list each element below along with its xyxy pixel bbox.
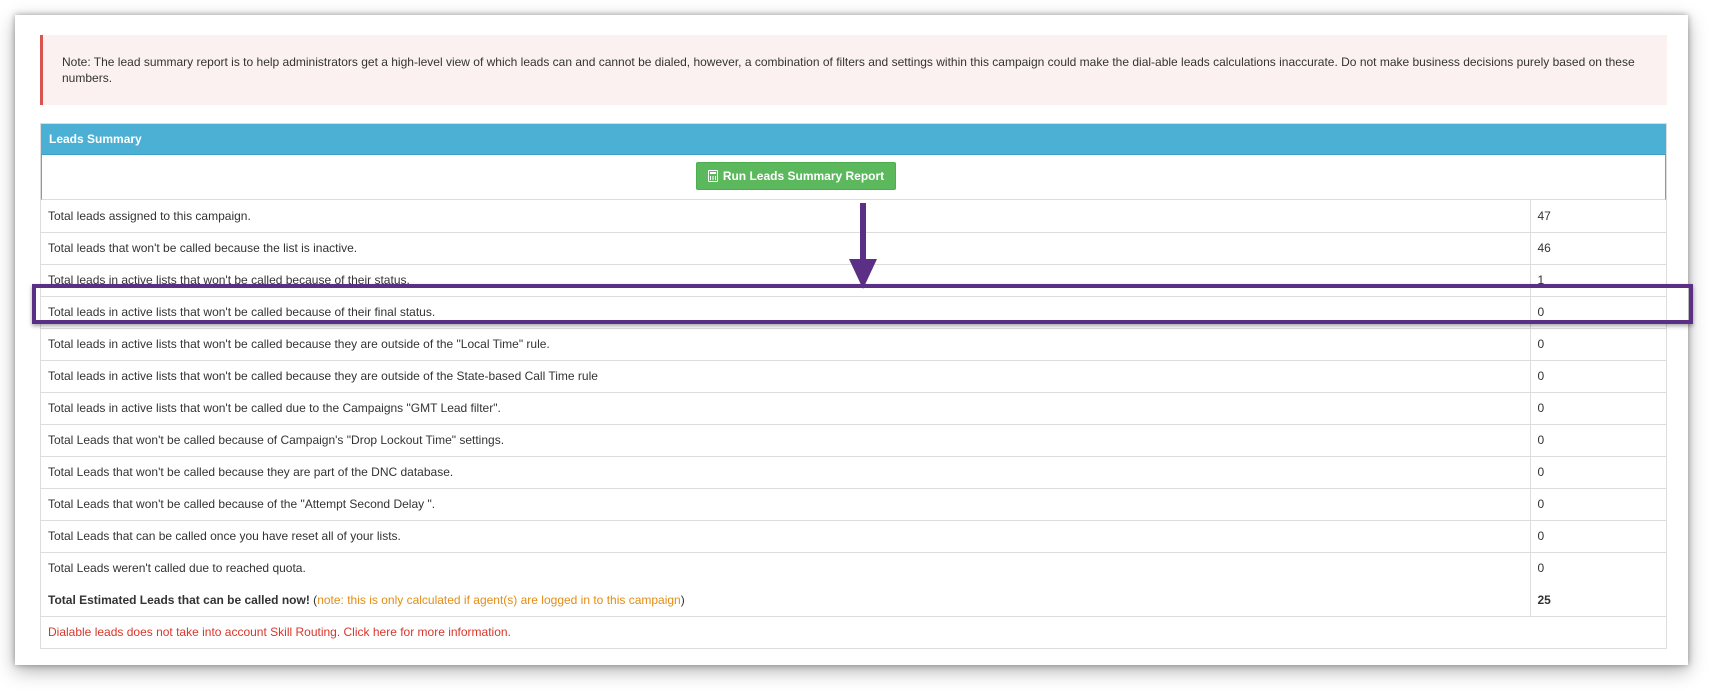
table-row: Total Leads weren't called due to reache… xyxy=(41,551,1666,584)
total-estimated-note: note: this is only calculated if agent(s… xyxy=(317,592,681,607)
row-value: 0 xyxy=(1529,551,1666,584)
table-row: Total leads that won't be called because… xyxy=(41,231,1666,264)
skill-routing-row: Dialable leads does not take into accoun… xyxy=(41,615,1666,648)
skill-routing-link[interactable]: Dialable leads does not take into accoun… xyxy=(48,625,511,639)
row-value: 1 xyxy=(1529,263,1666,296)
table-row: Total leads assigned to this campaign. 47 xyxy=(41,200,1666,232)
table-row: Total leads in active lists that won't b… xyxy=(41,359,1666,392)
disclaimer-note: Note: The lead summary report is to help… xyxy=(40,35,1667,105)
row-label: Total leads in active lists that won't b… xyxy=(41,391,1530,424)
run-button-label: Run Leads Summary Report xyxy=(722,169,885,183)
total-estimated-label: Total Estimated Leads that can be called… xyxy=(48,592,310,607)
total-estimated-label-cell: Total Estimated Leads that can be called… xyxy=(41,584,1530,616)
table-row: Total Leads that won't be called because… xyxy=(41,455,1666,488)
row-value: 46 xyxy=(1529,231,1666,264)
row-label: Total leads in active lists that won't b… xyxy=(41,295,1530,328)
leads-summary-table: Total leads assigned to this campaign. 47… xyxy=(41,200,1666,648)
row-label: Total leads in active lists that won't b… xyxy=(41,263,1530,296)
button-row: Run Leads Summary Report xyxy=(41,155,1666,200)
total-close-paren: ) xyxy=(680,592,685,607)
row-value: 0 xyxy=(1529,487,1666,520)
table-row: Total leads in active lists that won't b… xyxy=(41,295,1666,328)
skill-routing-cell: Dialable leads does not take into accoun… xyxy=(41,615,1666,648)
table-row: Total Leads that won't be called because… xyxy=(41,487,1666,520)
calculator-icon xyxy=(707,170,718,182)
total-estimated-value: 25 xyxy=(1529,584,1666,616)
run-leads-summary-button[interactable]: Run Leads Summary Report xyxy=(696,162,896,190)
table-row: Total Leads that can be called once you … xyxy=(41,519,1666,552)
row-value: 0 xyxy=(1529,455,1666,488)
row-label: Total Leads that won't be called because… xyxy=(41,455,1530,488)
table-row: Total leads in active lists that won't b… xyxy=(41,391,1666,424)
row-value: 0 xyxy=(1529,423,1666,456)
disclaimer-text: Note: The lead summary report is to help… xyxy=(62,55,1635,85)
panel-title: Leads Summary xyxy=(41,124,1666,155)
row-label: Total leads assigned to this campaign. xyxy=(48,208,251,223)
row-value: 0 xyxy=(1529,295,1666,328)
total-estimated-row: Total Estimated Leads that can be called… xyxy=(41,584,1666,616)
row-label: Total leads that won't be called because… xyxy=(41,231,1530,264)
row-label: Total Leads that won't be called because… xyxy=(41,423,1530,456)
table-row: Total leads in active lists that won't b… xyxy=(41,263,1666,296)
row-label: Total Leads weren't called due to reache… xyxy=(41,551,1530,584)
table-row: Total Leads that won't be called because… xyxy=(41,423,1666,456)
row-value: 0 xyxy=(1529,519,1666,552)
report-window: Note: The lead summary report is to help… xyxy=(15,15,1688,665)
row-value: 0 xyxy=(1529,391,1666,424)
table-row: Total leads in active lists that won't b… xyxy=(41,327,1666,360)
row-value: 0 xyxy=(1529,327,1666,360)
row-value: 0 xyxy=(1529,359,1666,392)
leads-summary-panel: Leads Summary Run Leads Summary Report T… xyxy=(40,123,1667,649)
row-label: Total leads in active lists that won't b… xyxy=(41,359,1530,392)
row-label: Total Leads that won't be called because… xyxy=(41,487,1530,520)
row-label: Total leads in active lists that won't b… xyxy=(41,327,1530,360)
row-value: 47 xyxy=(1529,200,1666,232)
row-label: Total Leads that can be called once you … xyxy=(41,519,1530,552)
